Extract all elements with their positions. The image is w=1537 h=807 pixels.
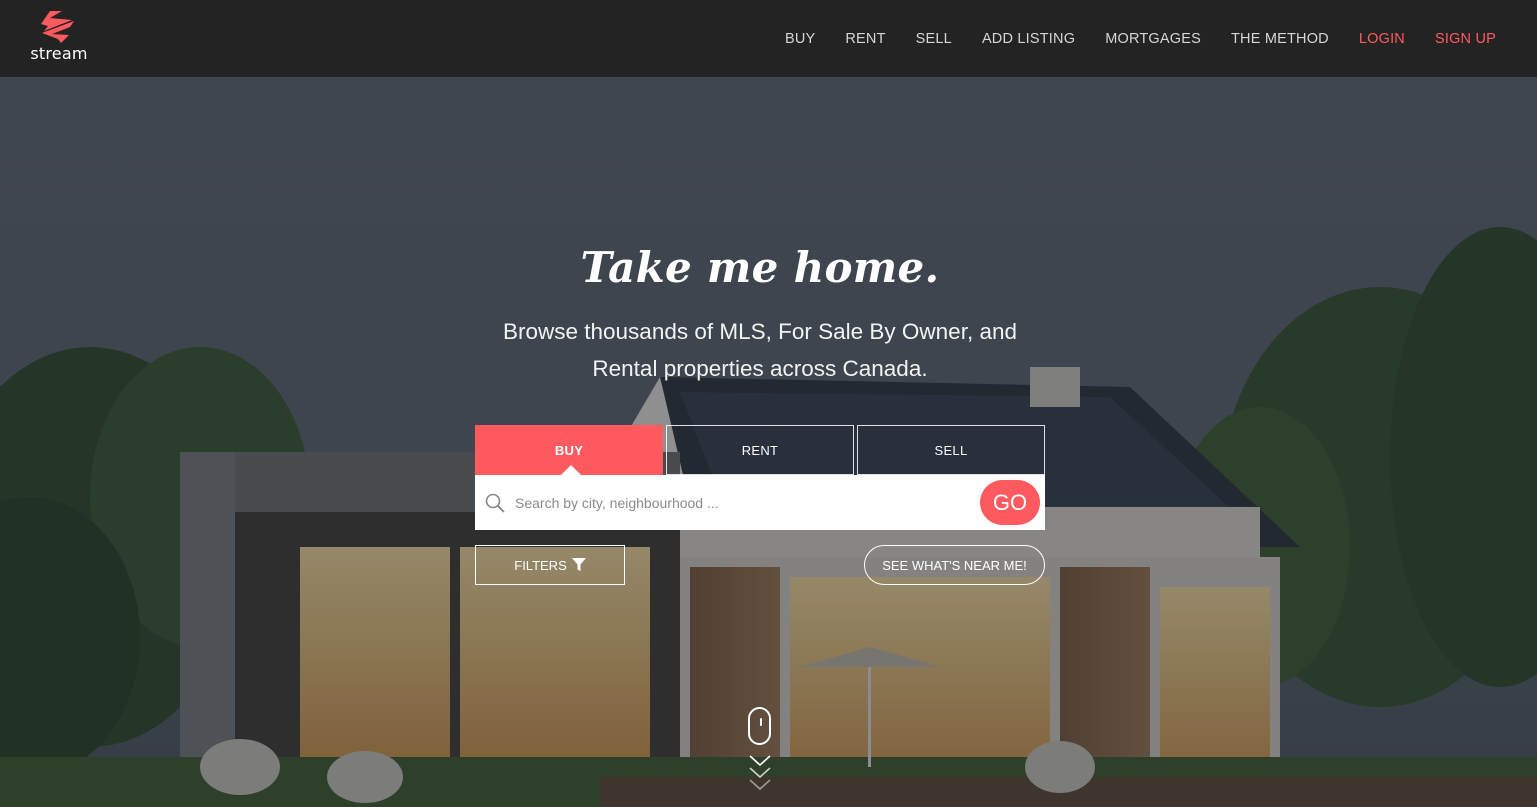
chevron-down-icon bbox=[749, 767, 771, 779]
funnel-icon bbox=[571, 558, 586, 571]
filters-button[interactable]: FILTERS bbox=[475, 545, 625, 585]
hero-subhead: Browse thousands of MLS, For Sale By Own… bbox=[502, 319, 1017, 381]
tab-rent-label: RENT bbox=[741, 442, 779, 458]
hero-headline: Take me home. bbox=[580, 243, 940, 292]
mouse-scroll-icon bbox=[748, 707, 771, 745]
mouse-wheel-dot bbox=[760, 718, 762, 726]
near-me-button[interactable]: SEE WHAT'S NEAR ME! bbox=[864, 545, 1045, 585]
tab-sell-label: SELL bbox=[934, 442, 968, 458]
tab-sell[interactable]: SELL bbox=[857, 425, 1045, 475]
scroll-down-indicator[interactable] bbox=[746, 705, 774, 795]
nav-rent[interactable]: RENT bbox=[845, 31, 885, 47]
search-input[interactable] bbox=[515, 485, 975, 520]
search-icon bbox=[485, 493, 505, 513]
nav-the-method[interactable]: THE METHOD bbox=[1231, 31, 1329, 47]
tab-buy-label: BUY bbox=[554, 442, 584, 458]
tab-rent[interactable]: RENT bbox=[666, 425, 854, 475]
main-nav: BUY RENT SELL ADD LISTING MORTGAGES THE … bbox=[755, 0, 1496, 77]
tab-buy[interactable]: BUY bbox=[475, 425, 663, 475]
chevron-down-icon bbox=[749, 755, 771, 767]
home-logo-link[interactable]: stream bbox=[26, 10, 92, 66]
chevron-down-icon bbox=[749, 779, 771, 791]
active-tab-caret-icon bbox=[561, 465, 581, 475]
search-mode-tabs: BUY RENT SELL bbox=[475, 425, 1045, 475]
search-box: GO bbox=[475, 475, 1045, 530]
nav-sell[interactable]: SELL bbox=[916, 31, 952, 47]
go-button[interactable]: GO bbox=[980, 480, 1040, 525]
filters-label: FILTERS bbox=[514, 557, 567, 573]
nav-buy[interactable]: BUY bbox=[785, 31, 815, 47]
nav-mortgages[interactable]: MORTGAGES bbox=[1105, 31, 1201, 47]
top-navigation-bar: stream BUY RENT SELL ADD LISTING MORTGAG… bbox=[0, 0, 1537, 77]
hero-section: Take me home. Browse thousands of MLS, F… bbox=[0, 77, 1537, 807]
stream-logo-icon bbox=[41, 11, 74, 43]
nav-add-listing[interactable]: ADD LISTING bbox=[982, 31, 1075, 47]
nav-login[interactable]: LOGIN bbox=[1359, 31, 1405, 47]
nav-sign-up[interactable]: SIGN UP bbox=[1435, 31, 1496, 47]
brand-name: stream bbox=[30, 44, 88, 63]
